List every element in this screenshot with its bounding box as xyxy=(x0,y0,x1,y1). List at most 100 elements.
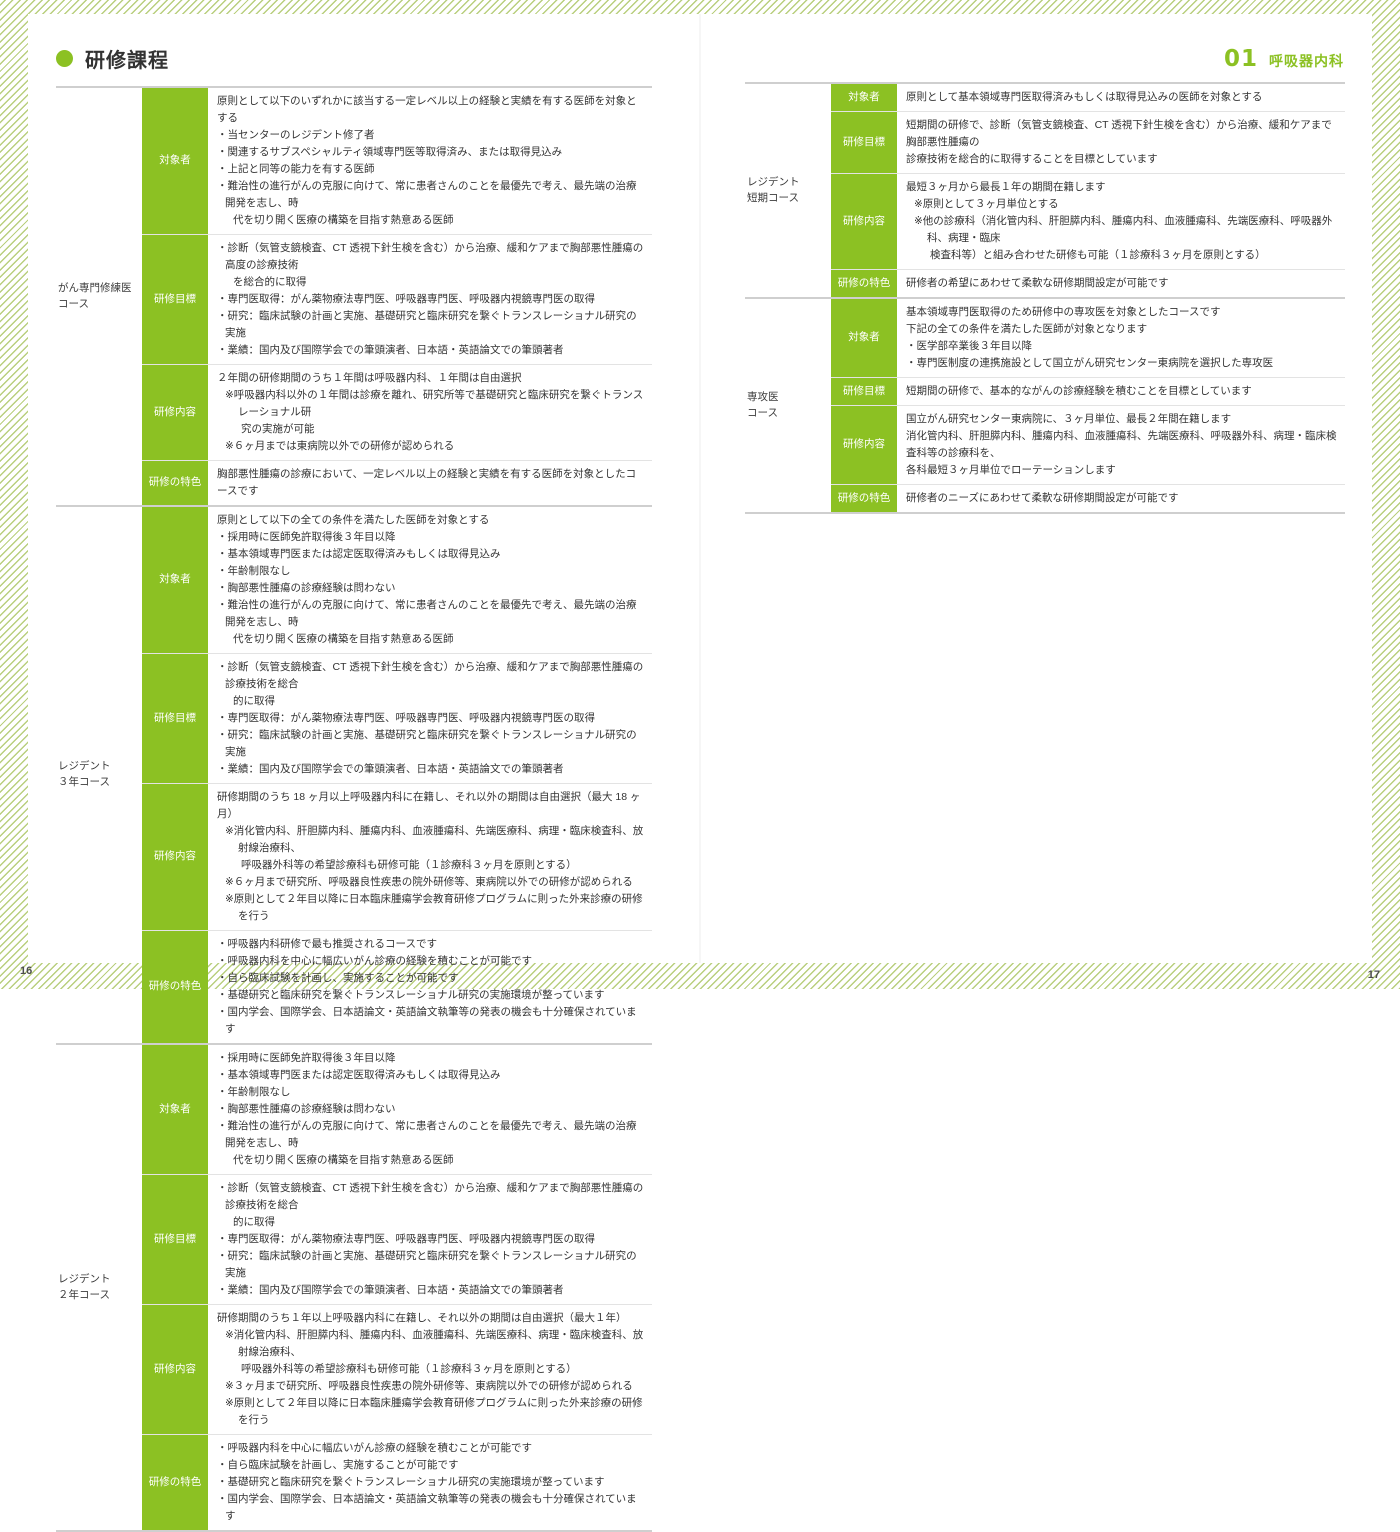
content-line: ・専門医制度の連携施設として国立がん研究センター東病院を選択した専攻医 xyxy=(906,357,1274,369)
row-label: 研修目標 xyxy=(142,235,208,364)
row-content: 短期間の研修で、診断（気管支鏡検査、CT 透視下針生検を含む）から治療、緩和ケア… xyxy=(897,112,1345,173)
row-content: ・診断（気管支鏡検査、CT 透視下針生検を含む）から治療、緩和ケアまで胸部悪性腫… xyxy=(208,654,652,783)
course-name: レジデント 短期コース xyxy=(747,175,800,204)
row-label: 研修内容 xyxy=(142,1305,208,1434)
course-rows: 対象者 原則として以下の全ての条件を満たした医師を対象とする ・採用時に医師免許取得… xyxy=(142,507,652,1043)
course-block: レジデント 短期コース 対象者 原則として基本領域専門医取得済みもしくは取得見込みの医… xyxy=(745,82,1345,297)
content-line: ・難治性の進行がんの克服に向けて、常に患者さんのことを最優先で考え、最先端の治療… xyxy=(217,599,637,628)
content-line: ・胸部悪性腫瘍の診療経験は問わない xyxy=(217,1103,396,1115)
content-line: ・難治性の進行がんの克服に向けて、常に患者さんのことを最優先で考え、最先端の治療… xyxy=(217,180,637,209)
row-content: 胸部悪性腫瘍の診療において、一定レベル以上の経験と実績を有する医師を対象としたコ… xyxy=(208,461,652,505)
content-line: 短期間の研修で、診断（気管支鏡検査、CT 透視下針生検を含む）から治療、緩和ケア… xyxy=(906,119,1332,148)
content-line: 基本領域専門医取得のため研修中の専攻医を対象としたコースです xyxy=(906,306,1221,318)
content-line: ※消化管内科、肝胆膵内科、腫瘍内科、血液腫瘍科、先端医療科、病理・臨床検査科、放… xyxy=(225,1329,644,1358)
row-content: 原則として基本領域専門医取得済みもしくは取得見込みの医師を対象とする xyxy=(897,84,1345,111)
content-line: ・上記と同等の能力を有する医師 xyxy=(217,163,375,175)
content-line: ・研究：臨床試験の計画と実施、基礎研究と臨床研究を繋ぐトランスレーショナル研究の… xyxy=(217,729,637,758)
row-content: 研修期間のうち 18 ヶ月以上呼吸器内科に在籍し、それ以外の期間は自由選択（最大… xyxy=(208,784,652,930)
course-block: レジデント ２年コース 対象者 ・採用時に医師免許取得後３年目以降 ・基本領域専門医また… xyxy=(56,1043,652,1532)
chapter-name: 呼吸器内科 xyxy=(1269,53,1344,69)
content-line: ・関連するサブスペシャルティ領域専門医等取得済み、または取得見込み xyxy=(217,146,563,158)
content-line: ・研究：臨床試験の計画と実施、基礎研究と臨床研究を繋ぐトランスレーショナル研究の… xyxy=(217,310,637,339)
row-label: 研修目標 xyxy=(142,654,208,783)
row-content: 研修者のニーズにあわせて柔軟な研修期間設定が可能です xyxy=(897,485,1345,512)
content-line: 代を切り開く医療の構築を目指す熱意ある医師 xyxy=(233,633,454,645)
bullet-dot-icon xyxy=(56,50,73,67)
row-content: ・呼吸器内科研修で最も推奨されるコースです・呼吸器内科を中心に幅広いがん診療の経… xyxy=(208,931,652,1043)
content-line: ・国内学会、国際学会、日本語論文・英語論文執筆等の発表の機会も十分確保されていま… xyxy=(217,1006,637,1035)
table-row: 研修の特色 ・呼吸器内科を中心に幅広いがん診療の経験を積むことが可能です ・自ら臨床… xyxy=(142,1434,652,1530)
table-row: 研修内容 最短３ヶ月から最長１年の期間在籍します ※原則として３ヶ月単位とする ※他の… xyxy=(831,173,1345,269)
content-line: ・年齢制限なし xyxy=(217,565,291,577)
content-line: ・呼吸器内科研修で最も推奨されるコースです xyxy=(217,938,437,950)
table-row: 対象者 ・採用時に医師免許取得後３年目以降 ・基本領域専門医または認定医取得済みもし… xyxy=(142,1045,652,1174)
row-content: 国立がん研究センター東病院に、３ヶ月単位、最長２年間在籍します消化管内科、肝胆膵… xyxy=(897,406,1345,484)
row-label: 対象者 xyxy=(142,1045,208,1174)
table-row: 研修目標 短期間の研修で、基本的ながんの診療経験を積むことを目標としています xyxy=(831,377,1345,405)
content-line: ※３ヶ月まで研究所、呼吸器良性疾患の院外研修等、東病院以外での研修が認められる xyxy=(225,1380,633,1392)
row-content: ・呼吸器内科を中心に幅広いがん診療の経験を積むことが可能です ・自ら臨床試験を計画… xyxy=(208,1435,652,1530)
row-label: 研修の特色 xyxy=(831,270,897,297)
table-row: 研修目標 ・診断（気管支鏡検査、CT 透視下針生検を含む）から治療、緩和ケアまで胸… xyxy=(142,234,652,364)
content-line: ※原則として３ヶ月単位とする xyxy=(914,198,1059,210)
content-line: ２年間の研修期間のうち１年間は呼吸器内科、１年間は自由選択 xyxy=(217,372,522,384)
table-row: 研修内容 ２年間の研修期間のうち１年間は呼吸器内科、１年間は自由選択 ※呼吸器内科以… xyxy=(142,364,652,460)
content-line: ・採用時に医師免許取得後３年目以降 xyxy=(217,1052,396,1064)
content-line: ・専門医取得：がん薬物療法専門医、呼吸器専門医、呼吸器内視鏡専門医の取得 xyxy=(217,712,595,724)
row-label: 対象者 xyxy=(831,84,897,111)
row-content: 原則として以下のいずれかに該当する一定レベル以上の経験と実績を有する医師を対象と… xyxy=(208,88,652,234)
content-line: 胸部悪性腫瘍の診療において、一定レベル以上の経験と実績を有する医師を対象としたコ… xyxy=(217,468,637,497)
content-line: 呼吸器外科等の希望診療科も研修可能（１診療科３ヶ月を原則とする） xyxy=(241,859,577,871)
content-line: 代を切り開く医療の構築を目指す熱意ある医師 xyxy=(233,214,454,226)
row-content: 基本領域専門医取得のため研修中の専攻医を対象としたコースです 下記の全ての条件を満… xyxy=(897,299,1345,377)
content-line: ・専門医取得：がん薬物療法専門医、呼吸器専門医、呼吸器内視鏡専門医の取得 xyxy=(217,293,595,305)
content-line: 原則として以下の全ての条件を満たした医師を対象とする xyxy=(217,514,490,526)
row-label: 対象者 xyxy=(142,507,208,653)
row-label: 研修内容 xyxy=(831,174,897,269)
page-content: 研修課程 01 呼吸器内科 がん専門修練医 コース 対象者 原則として以下のいずれかに… xyxy=(0,0,1400,1532)
row-label: 研修の特色 xyxy=(142,461,208,505)
course-name: 専攻医 コース xyxy=(747,390,779,419)
content-line: ・胸部悪性腫瘍の診療経験は問わない xyxy=(217,582,396,594)
table-row: 研修の特色 研修者の希望にあわせて柔軟な研修期間設定が可能です xyxy=(831,269,1345,297)
course-block: 専攻医 コース 対象者 基本領域専門医取得のため研修中の専攻医を対象としたコースです下… xyxy=(745,297,1345,514)
content-line: 消化管内科、肝胆膵内科、腫瘍内科、血液腫瘍科、先端医療科、呼吸器外科、病理・臨床… xyxy=(906,430,1337,459)
course-block: レジデント ３年コース 対象者 原則として以下の全ての条件を満たした医師を対象とする・… xyxy=(56,505,652,1043)
content-line: ・呼吸器内科を中心に幅広いがん診療の経験を積むことが可能です xyxy=(217,955,532,967)
row-content: 最短３ヶ月から最長１年の期間在籍します ※原則として３ヶ月単位とする ※他の診療科（… xyxy=(897,174,1345,269)
right-course-table: レジデント 短期コース 対象者 原則として基本領域専門医取得済みもしくは取得見込みの医… xyxy=(745,82,1345,514)
content-line: ・専門医取得：がん薬物療法専門医、呼吸器専門医、呼吸器内視鏡専門医の取得 xyxy=(217,1233,595,1245)
content-line: ※原則として２年目以降に日本臨床腫瘍学会教育研修プログラムに則った外来診療の研修… xyxy=(225,893,643,922)
table-row: 研修内容 研修期間のうち１年以上呼吸器内科に在籍し、それ以外の期間は自由選択（最大… xyxy=(142,1304,652,1434)
table-row: 研修の特色 胸部悪性腫瘍の診療において、一定レベル以上の経験と実績を有する医師を対… xyxy=(142,460,652,505)
content-line: ※６ヶ月までは東病院以外での研修が認められる xyxy=(225,440,455,452)
content-line: を総合的に取得 xyxy=(233,276,307,288)
row-content: ・診断（気管支鏡検査、CT 透視下針生検を含む）から治療、緩和ケアまで胸部悪性腫… xyxy=(208,1175,652,1304)
content-line: ・国内学会、国際学会、日本語論文・英語論文執筆等の発表の機会も十分確保されていま… xyxy=(217,1493,637,1522)
content-line: ・難治性の進行がんの克服に向けて、常に患者さんのことを最優先で考え、最先端の治療… xyxy=(217,1120,637,1149)
row-label: 研修内容 xyxy=(142,784,208,930)
row-label: 研修目標 xyxy=(831,378,897,405)
content-line: 短期間の研修で、基本的ながんの診療経験を積むことを目標としています xyxy=(906,385,1252,397)
course-name: レジデント ２年コース xyxy=(58,1272,111,1301)
table-row: 対象者 原則として以下のいずれかに該当する一定レベル以上の経験と実績を有する医師を… xyxy=(142,88,652,234)
content-line: ・基礎研究と臨床研究を繋ぐトランスレーショナル研究の実施環境が整っています xyxy=(217,1476,605,1488)
content-line: ・診断（気管支鏡検査、CT 透視下針生検を含む）から治療、緩和ケアまで胸部悪性腫… xyxy=(217,1182,644,1211)
course-rows: 対象者 基本領域専門医取得のため研修中の専攻医を対象としたコースです 下記の全ての条… xyxy=(831,299,1345,512)
content-line: 診療技術を総合的に取得することを目標としています xyxy=(906,153,1158,165)
row-content: ・採用時に医師免許取得後３年目以降 ・基本領域専門医または認定医取得済みもしくは取… xyxy=(208,1045,652,1174)
content-line: ・業績：国内及び国際学会での筆頭演者、日本語・英語論文での筆頭著者 xyxy=(217,763,564,775)
chapter-header: 01 呼吸器内科 xyxy=(1224,46,1344,72)
course-block: がん専門修練医 コース 対象者 原則として以下のいずれかに該当する一定レベル以上の経験… xyxy=(56,86,652,505)
content-line: 国立がん研究センター東病院に、３ヶ月単位、最長２年間在籍します xyxy=(906,413,1232,425)
left-course-table: がん専門修練医 コース 対象者 原則として以下のいずれかに該当する一定レベル以上の経験… xyxy=(56,86,652,1532)
content-line: ※６ヶ月まで研究所、呼吸器良性疾患の院外研修等、東病院以外での研修が認められる xyxy=(225,876,633,888)
content-line: ・医学部卒業後３年目以降 xyxy=(906,340,1032,352)
table-row: 対象者 原則として以下の全ての条件を満たした医師を対象とする ・採用時に医師免許取得… xyxy=(142,507,652,653)
table-row: 研修目標 短期間の研修で、診断（気管支鏡検査、CT 透視下針生検を含む）から治療、… xyxy=(831,111,1345,173)
content-line: 下記の全ての条件を満たした医師が対象となります xyxy=(906,323,1148,335)
content-line: ・年齢制限なし xyxy=(217,1086,291,1098)
content-line: ・診断（気管支鏡検査、CT 透視下針生検を含む）から治療、緩和ケアまで胸部悪性腫… xyxy=(217,242,644,271)
content-line: 代を切り開く医療の構築を目指す熱意ある医師 xyxy=(233,1154,454,1166)
row-content: 研修者の希望にあわせて柔軟な研修期間設定が可能です xyxy=(897,270,1345,297)
